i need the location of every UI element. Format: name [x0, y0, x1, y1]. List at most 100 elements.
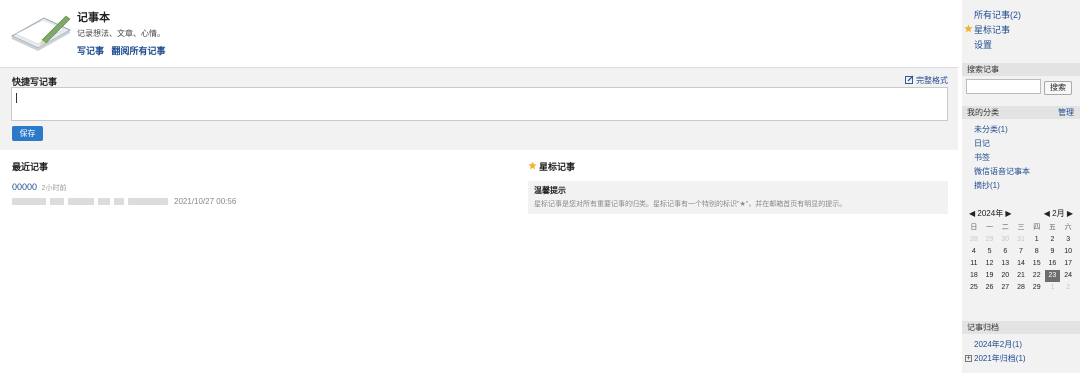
- calendar-day[interactable]: 9: [1045, 246, 1061, 258]
- calendar-day[interactable]: 6: [997, 246, 1013, 258]
- calendar-day[interactable]: 29: [1029, 282, 1045, 294]
- note-time-ago: 2小时前: [41, 185, 67, 192]
- calendar-day[interactable]: 10: [1060, 246, 1076, 258]
- calendar-day[interactable]: 20: [997, 270, 1013, 282]
- app-header: 记事本 记录想法、文章、心情。 写记事 翻阅所有记事: [0, 0, 958, 66]
- search-input[interactable]: [966, 79, 1041, 94]
- calendar-day[interactable]: 27: [997, 282, 1013, 294]
- calendar-day[interactable]: 24: [1060, 270, 1076, 282]
- calendar-day[interactable]: 2: [1060, 282, 1076, 294]
- calendar-weekday: 四: [1033, 224, 1041, 231]
- archive-heading: 记事归档: [962, 321, 1080, 334]
- full-format-link[interactable]: 完整格式: [905, 75, 948, 86]
- categories-heading-label: 我的分类: [967, 108, 999, 117]
- calendar-day[interactable]: 25: [966, 282, 982, 294]
- category-list: 未分类(1) 日记 书签 微信语音记事本 摘抄(1): [974, 123, 1030, 193]
- header-links: 写记事 翻阅所有记事: [77, 44, 171, 57]
- next-year-icon[interactable]: ▶: [1005, 209, 1011, 218]
- browse-all-notes-link[interactable]: 翻阅所有记事: [112, 46, 166, 56]
- note-preview: 2021/10/27 00:56: [12, 197, 512, 206]
- calendar-day[interactable]: 30: [997, 234, 1013, 246]
- calendar-day[interactable]: 31: [1013, 234, 1029, 246]
- star-icon: [528, 161, 537, 172]
- app-subtitle: 记录想法、文章、心情。: [77, 29, 165, 38]
- starred-notes-title: 星标记事: [528, 160, 948, 173]
- starred-notes-section: 星标记事 温馨提示 星标记事是您对所有重要记事的归类。星标记事有一个特别的标识"…: [528, 160, 948, 214]
- starred-notes-label: 星标记事: [539, 162, 576, 172]
- sidebar-item-starred[interactable]: 星标记事: [962, 23, 1080, 38]
- category-uncategorized[interactable]: 未分类(1): [974, 123, 1030, 137]
- prev-month-icon[interactable]: ◀: [1044, 209, 1050, 218]
- main-column: 记事本 记录想法、文章、心情。 写记事 翻阅所有记事 快捷写记事 完整格式 保存…: [0, 0, 958, 373]
- calendar-day[interactable]: 19: [982, 270, 998, 282]
- notebook-logo-icon: [8, 10, 74, 52]
- category-excerpts[interactable]: 摘抄(1): [974, 179, 1030, 193]
- save-button[interactable]: 保存: [12, 126, 43, 141]
- calendar-weekday: 五: [1048, 224, 1056, 231]
- calendar-day[interactable]: 28: [1013, 282, 1029, 294]
- calendar-day[interactable]: 15: [1029, 258, 1045, 270]
- calendar-day[interactable]: 22: [1029, 270, 1045, 282]
- calendar-weekday: 一: [986, 224, 994, 231]
- calendar-day[interactable]: 12: [982, 258, 998, 270]
- calendar-day[interactable]: 1: [1029, 234, 1045, 246]
- calendar-day[interactable]: 4: [966, 246, 982, 258]
- calendar-day[interactable]: 7: [1013, 246, 1029, 258]
- calendar-day[interactable]: 3: [1060, 234, 1076, 246]
- archive-item-2024-02[interactable]: 2024年2月(1): [962, 338, 1080, 352]
- calendar-day[interactable]: 1: [1045, 282, 1061, 294]
- text-caret: [16, 93, 17, 103]
- category-wechat-voice[interactable]: 微信语音记事本: [974, 165, 1030, 179]
- recent-notes-title: 最近记事: [12, 162, 49, 172]
- calendar-weekday: 二: [1001, 224, 1009, 231]
- archive-item-label: 2021年归档(1): [974, 354, 1026, 363]
- calendar-day[interactable]: 13: [997, 258, 1013, 270]
- calendar-day[interactable]: 2: [1045, 234, 1061, 246]
- full-format-label: 完整格式: [916, 76, 948, 85]
- next-month-icon[interactable]: ▶: [1067, 209, 1073, 218]
- calendar-day[interactable]: 14: [1013, 258, 1029, 270]
- edit-icon: [905, 75, 914, 86]
- calendar-day[interactable]: 21: [1013, 270, 1029, 282]
- calendar-day[interactable]: 17: [1060, 258, 1076, 270]
- note-date: 2021/10/27 00:56: [174, 197, 237, 206]
- calendar-day[interactable]: 29: [982, 234, 998, 246]
- prev-year-icon[interactable]: ◀: [969, 209, 975, 218]
- search-heading: 搜索记事: [962, 63, 1080, 76]
- sidebar: 所有记事(2) 星标记事 设置 搜索记事 搜索 我的分类 管理 未分类(1) 日…: [962, 0, 1080, 373]
- month-label: 2月: [1052, 209, 1065, 218]
- archive-item-2021[interactable]: + 2021年归档(1): [962, 352, 1080, 366]
- sidebar-item-label: 星标记事: [974, 25, 1011, 35]
- calendar-day[interactable]: 26: [982, 282, 998, 294]
- category-diary[interactable]: 日记: [974, 137, 1030, 151]
- blurred-preview: [128, 198, 168, 205]
- write-note-link[interactable]: 写记事: [77, 46, 104, 56]
- expand-icon[interactable]: +: [965, 355, 972, 362]
- note-title-link[interactable]: 00000: [12, 182, 37, 192]
- quick-note-input[interactable]: [11, 87, 948, 121]
- blurred-preview: [114, 198, 124, 205]
- month-selector: ◀ 2月 ▶: [1044, 208, 1073, 220]
- year-selector: ◀ 2024年 ▶: [969, 208, 1012, 220]
- calendar-day[interactable]: 8: [1029, 246, 1045, 258]
- calendar-header: ◀ 2024年 ▶ ◀ 2月 ▶: [966, 208, 1076, 220]
- calendar-day[interactable]: 16: [1045, 258, 1061, 270]
- calendar-day[interactable]: 18: [966, 270, 982, 282]
- calendar-day[interactable]: 5: [982, 246, 998, 258]
- blurred-preview: [12, 198, 46, 205]
- manage-categories-link[interactable]: 管理: [1058, 106, 1074, 119]
- categories-heading: 我的分类 管理: [962, 106, 1080, 119]
- tip-box: 温馨提示 星标记事是您对所有重要记事的归类。星标记事有一个特别的标识"★"，并在…: [528, 181, 948, 214]
- blurred-preview: [68, 198, 94, 205]
- calendar-day[interactable]: 28: [966, 234, 982, 246]
- sidebar-item-all-notes[interactable]: 所有记事(2): [962, 8, 1080, 23]
- recent-notes-section: 最近记事 00000 2小时前 2021/10/27 00:56: [12, 160, 512, 206]
- sidebar-item-settings[interactable]: 设置: [962, 38, 1080, 53]
- calendar-weekday: 日: [970, 224, 978, 231]
- search-button[interactable]: 搜索: [1044, 81, 1072, 95]
- calendar-day-today[interactable]: 23: [1044, 270, 1061, 282]
- calendar-day[interactable]: 11: [966, 258, 982, 270]
- category-bookmarks[interactable]: 书签: [974, 151, 1030, 165]
- app-title: 记事本: [77, 12, 110, 24]
- sidebar-nav: 所有记事(2) 星标记事 设置: [962, 8, 1080, 53]
